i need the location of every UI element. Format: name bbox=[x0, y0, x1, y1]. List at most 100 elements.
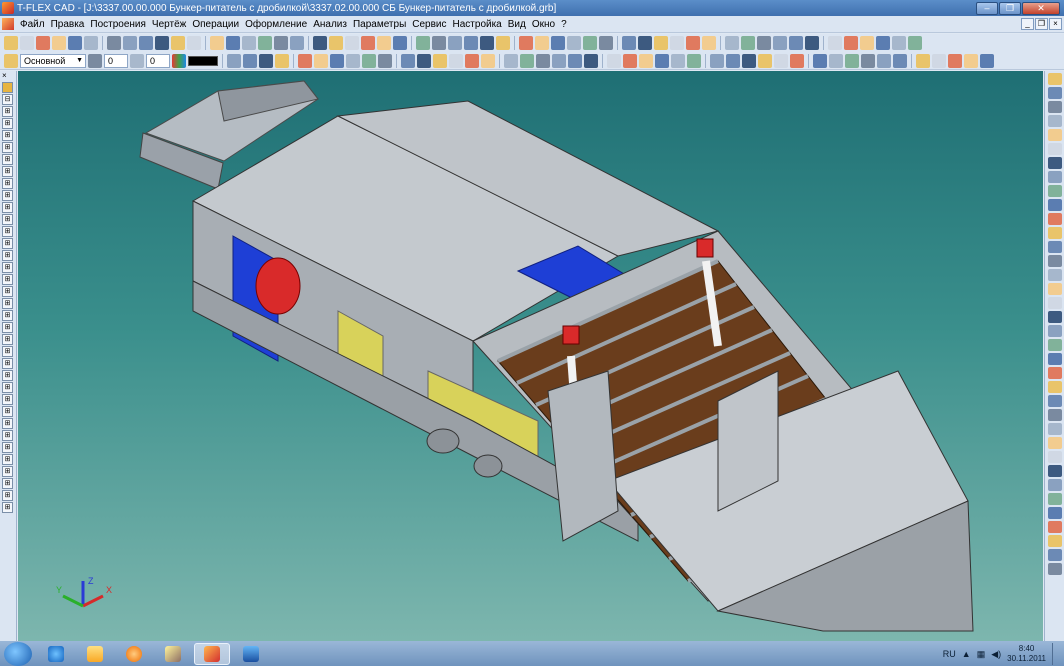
toolbar-tool-icon[interactable] bbox=[519, 36, 533, 50]
view-tool-icon[interactable] bbox=[1048, 353, 1062, 365]
property-tool-icon[interactable] bbox=[607, 53, 621, 68]
view-tool-icon[interactable] bbox=[1048, 143, 1062, 155]
view-tool-icon[interactable] bbox=[1048, 563, 1062, 575]
property-tool-icon[interactable] bbox=[243, 53, 257, 68]
taskbar-word[interactable] bbox=[233, 643, 269, 665]
view-tool-icon[interactable] bbox=[1048, 297, 1062, 309]
property-tool-icon[interactable] bbox=[259, 53, 273, 68]
toolbar-tool-icon[interactable] bbox=[139, 36, 153, 50]
view-tool-icon[interactable] bbox=[1048, 381, 1062, 393]
tree-expand-icon[interactable]: ⊞ bbox=[2, 178, 13, 189]
network-icon[interactable]: ▦ bbox=[977, 649, 986, 660]
toolbar-tool-icon[interactable] bbox=[171, 36, 185, 50]
toolbar-tool-icon[interactable] bbox=[432, 36, 446, 50]
tree-expand-icon[interactable]: ⊞ bbox=[2, 190, 13, 201]
property-tool-icon[interactable] bbox=[362, 53, 376, 68]
toolbar-tool-icon[interactable] bbox=[187, 36, 201, 50]
3d-viewport[interactable]: Z X Y bbox=[18, 71, 1043, 641]
toolbar-tool-icon[interactable] bbox=[702, 36, 716, 50]
property-tool-icon[interactable] bbox=[845, 53, 859, 68]
toolbar-tool-icon[interactable] bbox=[757, 36, 771, 50]
view-tool-icon[interactable] bbox=[1048, 227, 1062, 239]
toolbar-tool-icon[interactable] bbox=[805, 36, 819, 50]
tree-expand-icon[interactable]: ⊞ bbox=[2, 346, 13, 357]
clock[interactable]: 8:40 30.11.2011 bbox=[1007, 644, 1046, 664]
property-tool-icon[interactable] bbox=[877, 53, 891, 68]
menu-window[interactable]: Окно bbox=[529, 19, 558, 30]
restore-button[interactable]: ❐ bbox=[999, 1, 1021, 15]
property-tool-icon[interactable] bbox=[639, 53, 653, 68]
tree-collapse-icon[interactable]: ⊟ bbox=[2, 94, 13, 105]
property-tool-icon[interactable] bbox=[813, 53, 827, 68]
property-tool-icon[interactable] bbox=[948, 53, 962, 68]
tree-expand-icon[interactable]: ⊞ bbox=[2, 166, 13, 177]
property-tool-icon[interactable] bbox=[774, 53, 788, 68]
doc-close-button[interactable]: × bbox=[1049, 18, 1062, 30]
doc-restore-button[interactable]: ❐ bbox=[1035, 18, 1048, 30]
toolbar-tool-icon[interactable] bbox=[464, 36, 478, 50]
view-tool-icon[interactable] bbox=[1048, 255, 1062, 267]
toolbar-tool-icon[interactable] bbox=[496, 36, 510, 50]
menu-drawing[interactable]: Чертёж bbox=[149, 19, 189, 30]
toolbar-tool-icon[interactable] bbox=[599, 36, 613, 50]
menu-construct[interactable]: Построения bbox=[87, 19, 149, 30]
tree-expand-icon[interactable]: ⊞ bbox=[2, 130, 13, 141]
layer-icon[interactable] bbox=[4, 53, 18, 68]
menu-help[interactable]: ? bbox=[558, 19, 570, 30]
property-tool-icon[interactable] bbox=[758, 53, 772, 68]
view-tool-icon[interactable] bbox=[1048, 157, 1062, 169]
language-indicator[interactable]: RU bbox=[943, 649, 956, 659]
toolbar-tool-icon[interactable] bbox=[892, 36, 906, 50]
tree-expand-icon[interactable]: ⊞ bbox=[2, 274, 13, 285]
property-tool-icon[interactable] bbox=[623, 53, 637, 68]
view-tool-icon[interactable] bbox=[1048, 269, 1062, 281]
toolbar-tool-icon[interactable] bbox=[860, 36, 874, 50]
view-tool-icon[interactable] bbox=[1048, 493, 1062, 505]
toolbar-tool-icon[interactable] bbox=[828, 36, 842, 50]
toolbar-tool-icon[interactable] bbox=[361, 36, 375, 50]
toolbar-tool-icon[interactable] bbox=[741, 36, 755, 50]
view-tool-icon[interactable] bbox=[1048, 451, 1062, 463]
view-tool-icon[interactable] bbox=[1048, 283, 1062, 295]
property-tool-icon[interactable] bbox=[980, 53, 994, 68]
property-tool-icon[interactable] bbox=[520, 53, 534, 68]
toolbar-tool-icon[interactable] bbox=[567, 36, 581, 50]
tree-expand-icon[interactable]: ⊞ bbox=[2, 382, 13, 393]
tree-expand-icon[interactable]: ⊞ bbox=[2, 478, 13, 489]
property-tool-icon[interactable] bbox=[916, 53, 930, 68]
minimize-button[interactable]: – bbox=[976, 1, 998, 15]
tree-expand-icon[interactable]: ⊞ bbox=[2, 358, 13, 369]
property-tool-icon[interactable] bbox=[687, 53, 701, 68]
view-tool-icon[interactable] bbox=[1048, 339, 1062, 351]
menu-service[interactable]: Сервис bbox=[409, 19, 449, 30]
tree-expand-icon[interactable]: ⊞ bbox=[2, 238, 13, 249]
view-tool-icon[interactable] bbox=[1048, 185, 1062, 197]
layer-combo[interactable]: Основной ▼ bbox=[20, 53, 86, 68]
view-tool-icon[interactable] bbox=[1048, 241, 1062, 253]
toolbar-tool-icon[interactable] bbox=[52, 36, 66, 50]
tree-expand-icon[interactable]: ⊞ bbox=[2, 310, 13, 321]
color-palette-icon[interactable] bbox=[172, 53, 186, 68]
tree-expand-icon[interactable]: ⊞ bbox=[2, 106, 13, 117]
toolbar-tool-icon[interactable] bbox=[686, 36, 700, 50]
view-tool-icon[interactable] bbox=[1048, 535, 1062, 547]
tflex-app-icon[interactable] bbox=[2, 2, 14, 14]
doc-minimize-button[interactable]: _ bbox=[1021, 18, 1034, 30]
tree-expand-icon[interactable]: ⊞ bbox=[2, 334, 13, 345]
toolbar-tool-icon[interactable] bbox=[670, 36, 684, 50]
view-tool-icon[interactable] bbox=[1048, 171, 1062, 183]
property-tool-icon[interactable] bbox=[536, 53, 550, 68]
toolbar-tool-icon[interactable] bbox=[4, 36, 18, 50]
tree-expand-icon[interactable]: ⊞ bbox=[2, 142, 13, 153]
menu-operations[interactable]: Операции bbox=[189, 19, 242, 30]
start-orb-icon[interactable] bbox=[4, 641, 32, 666]
toolbar-tool-icon[interactable] bbox=[107, 36, 121, 50]
tree-expand-icon[interactable]: ⊞ bbox=[2, 394, 13, 405]
toolbar-tool-icon[interactable] bbox=[393, 36, 407, 50]
view-tool-icon[interactable] bbox=[1048, 115, 1062, 127]
taskbar-ie[interactable] bbox=[38, 643, 74, 665]
toolbar-tool-icon[interactable] bbox=[210, 36, 224, 50]
property-tool-icon[interactable] bbox=[552, 53, 566, 68]
property-tool-icon[interactable] bbox=[504, 53, 518, 68]
tree-expand-icon[interactable]: ⊞ bbox=[2, 298, 13, 309]
